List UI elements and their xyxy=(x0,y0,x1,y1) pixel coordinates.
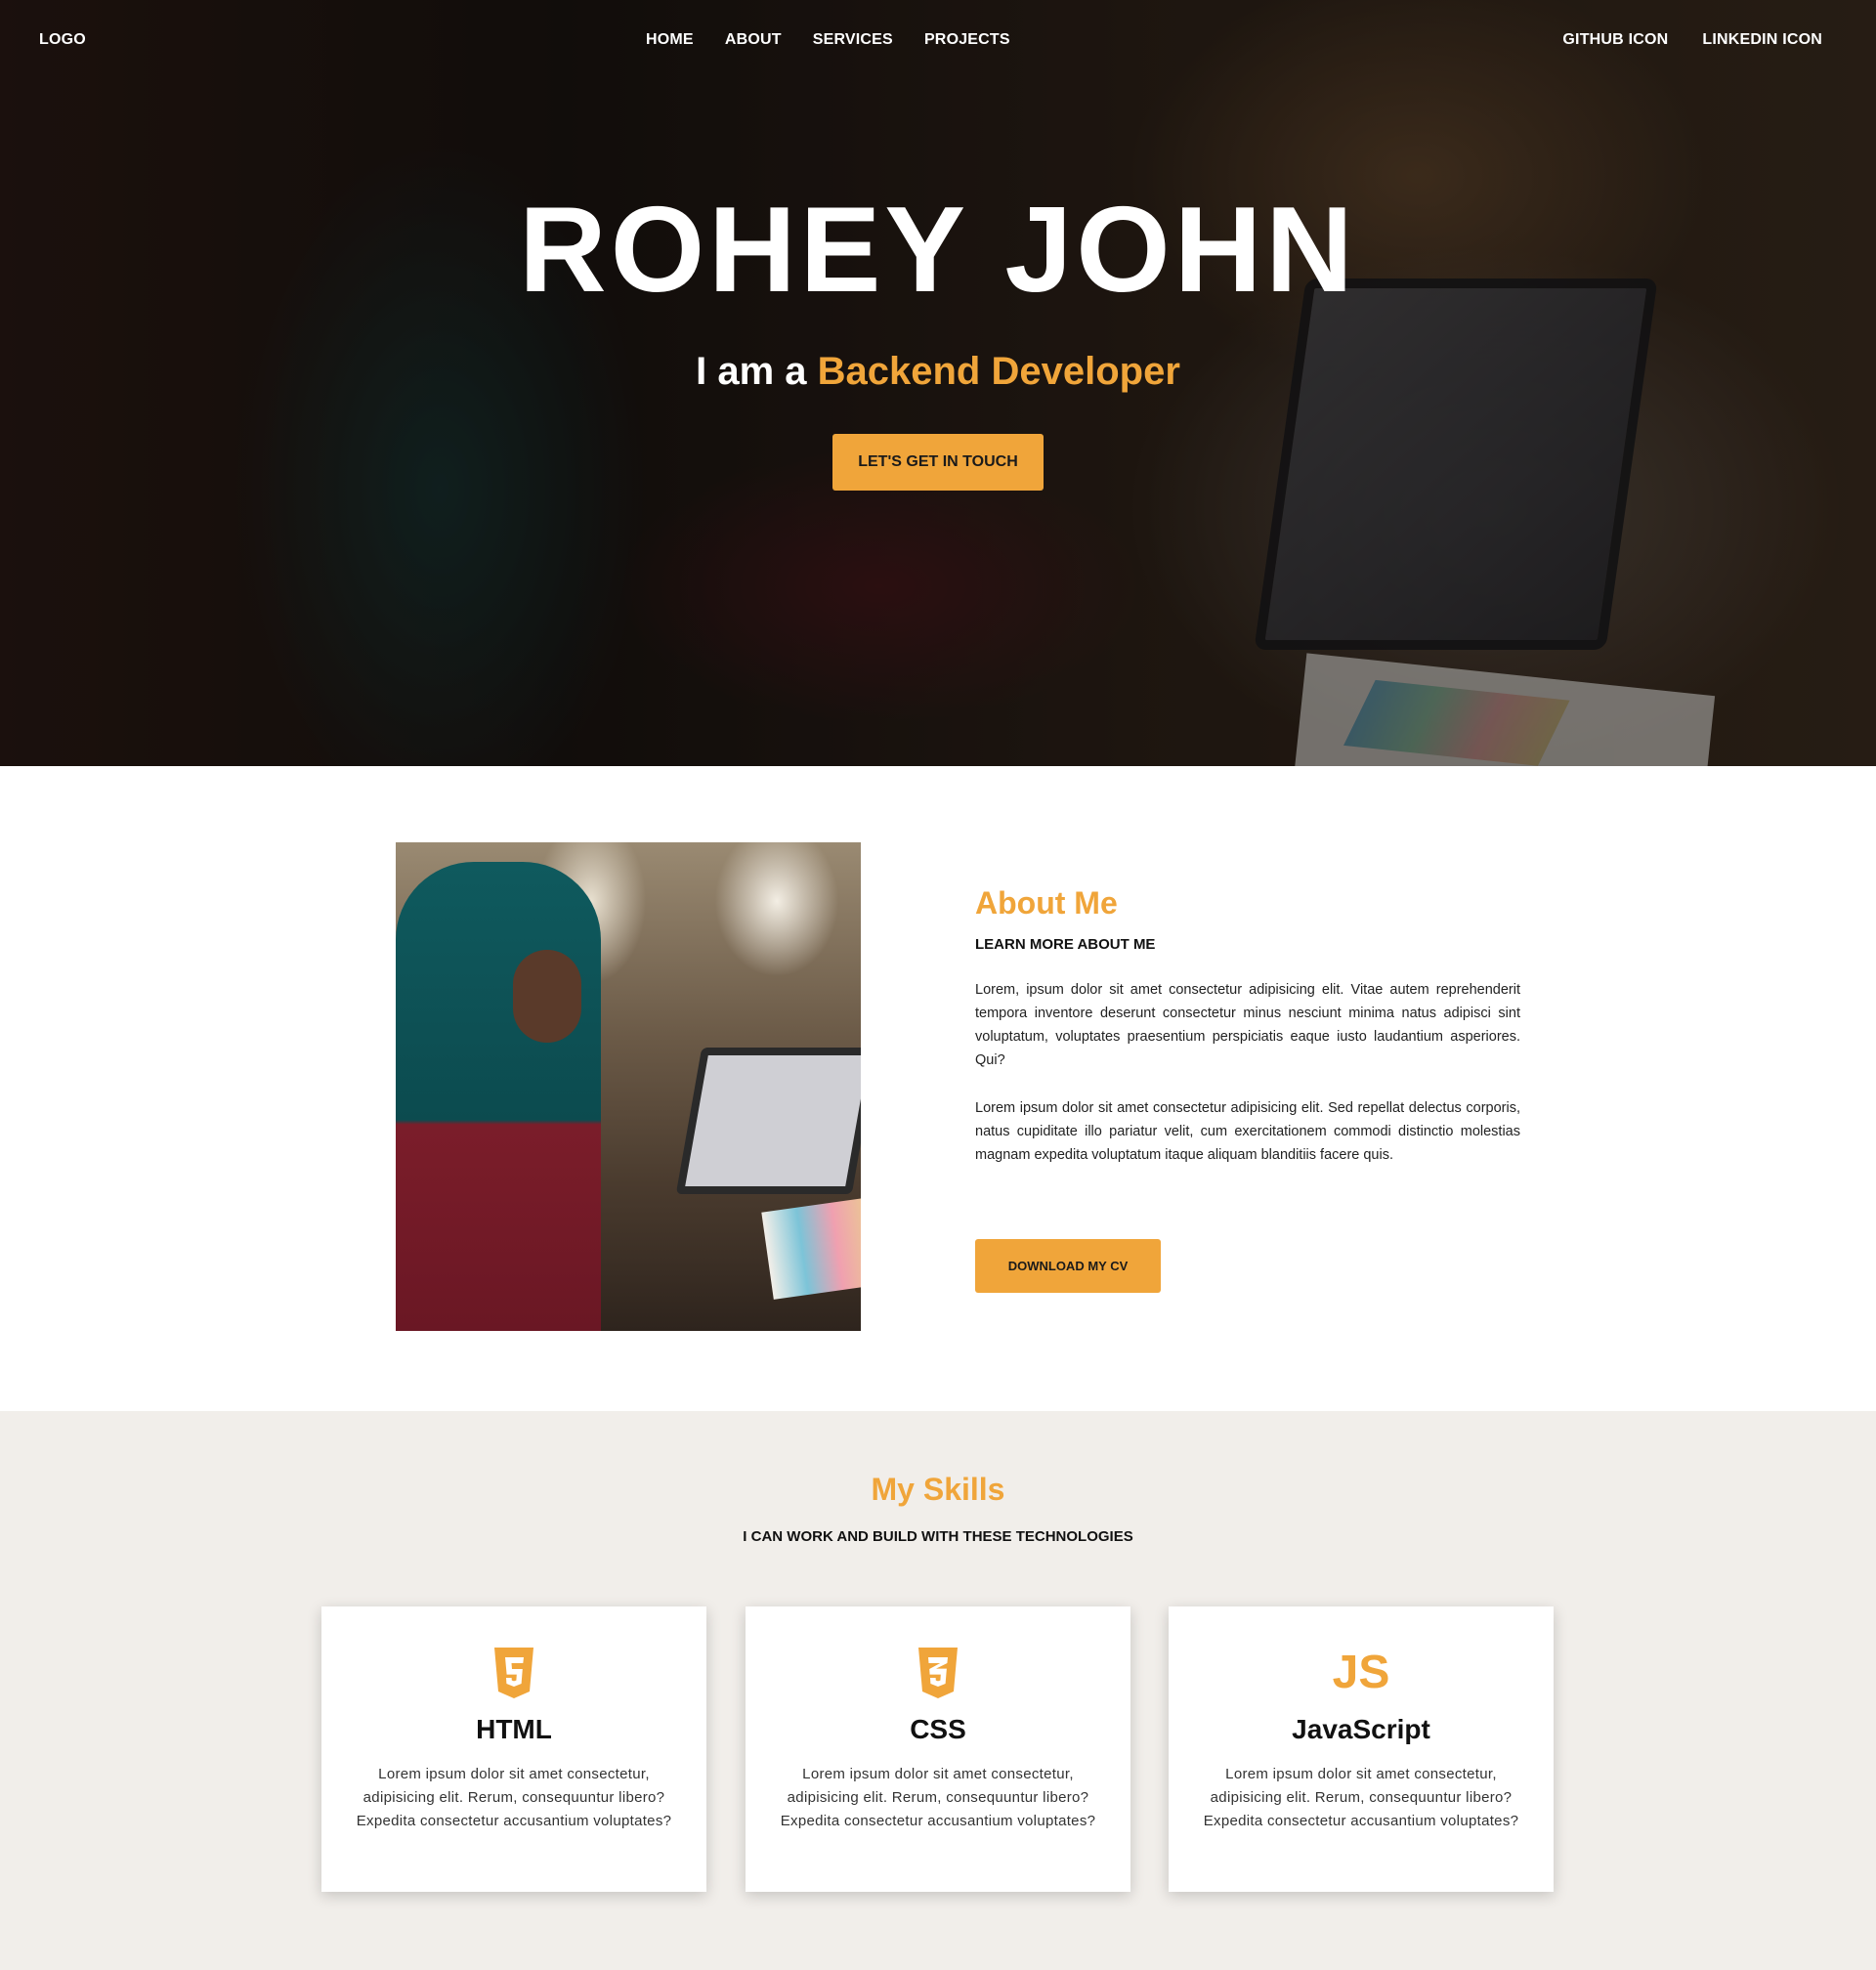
about-title: About Me xyxy=(975,885,1118,921)
about-photo xyxy=(396,842,861,1331)
skill-desc-javascript: Lorem ipsum dolor sit amet consectetur, … xyxy=(1203,1766,1519,1829)
skill-card-css: CSS Lorem ipsum dolor sit amet consectet… xyxy=(746,1606,1130,1892)
about-paragraph-2: Lorem ipsum dolor sit amet consectetur a… xyxy=(975,1100,1520,1163)
html5-icon xyxy=(321,1644,706,1702)
js-icon: JS xyxy=(1169,1644,1554,1702)
nav-social-links: GITHUB ICON LINKEDIN ICON xyxy=(1562,31,1822,49)
hero-section: LOGO HOME ABOUT SERVICES PROJECTS GITHUB… xyxy=(0,0,1876,766)
skill-desc-css: Lorem ipsum dolor sit amet consectetur, … xyxy=(780,1766,1096,1829)
css3-icon xyxy=(746,1644,1130,1702)
skills-subtitle: I CAN WORK AND BUILD WITH THESE TECHNOLO… xyxy=(743,1528,1133,1545)
skills-title: My Skills xyxy=(871,1472,1005,1507)
hero-name: ROHEY JOHN xyxy=(519,183,1357,318)
hero-tag-role: Backend Developer xyxy=(817,350,1180,393)
about-subtitle: LEARN MORE ABOUT ME xyxy=(975,936,1156,953)
hero-tag-prefix: I am a xyxy=(696,350,818,393)
skill-card-html: HTML Lorem ipsum dolor sit amet consecte… xyxy=(321,1606,706,1892)
skill-name-javascript: JavaScript xyxy=(1292,1714,1430,1744)
logo-link[interactable]: LOGO xyxy=(39,31,86,49)
nav-link-home[interactable]: HOME xyxy=(646,31,694,49)
js-icon-text: JS xyxy=(1332,1647,1390,1698)
about-text: About Me LEARN MORE ABOUT ME Lorem, ipsu… xyxy=(975,883,1520,1167)
about-section: About Me LEARN MORE ABOUT ME Lorem, ipsu… xyxy=(0,766,1876,1411)
skills-section: My Skills I CAN WORK AND BUILD WITH THES… xyxy=(0,1411,1876,1970)
nav-link-projects[interactable]: PROJECTS xyxy=(924,31,1010,49)
nav-link-about[interactable]: ABOUT xyxy=(725,31,782,49)
get-in-touch-button[interactable]: LET'S GET IN TOUCH xyxy=(832,434,1044,491)
nav-link-services[interactable]: SERVICES xyxy=(813,31,893,49)
skill-name-html: HTML xyxy=(476,1714,552,1744)
top-nav: LOGO HOME ABOUT SERVICES PROJECTS GITHUB… xyxy=(0,0,1876,82)
skill-name-css: CSS xyxy=(910,1714,966,1744)
linkedin-link[interactable]: LINKEDIN ICON xyxy=(1702,31,1822,49)
download-cv-button[interactable]: DOWNLOAD MY CV xyxy=(975,1239,1161,1293)
skill-card-javascript: JS JavaScript Lorem ipsum dolor sit amet… xyxy=(1169,1606,1554,1892)
about-paragraph-1: Lorem, ipsum dolor sit amet consectetur … xyxy=(975,982,1520,1068)
hero-tagline: I am a Backend Developer xyxy=(0,348,1876,395)
skill-desc-html: Lorem ipsum dolor sit amet consectetur, … xyxy=(356,1766,672,1829)
github-link[interactable]: GITHUB ICON xyxy=(1562,31,1668,49)
nav-links: HOME ABOUT SERVICES PROJECTS xyxy=(646,31,1010,49)
